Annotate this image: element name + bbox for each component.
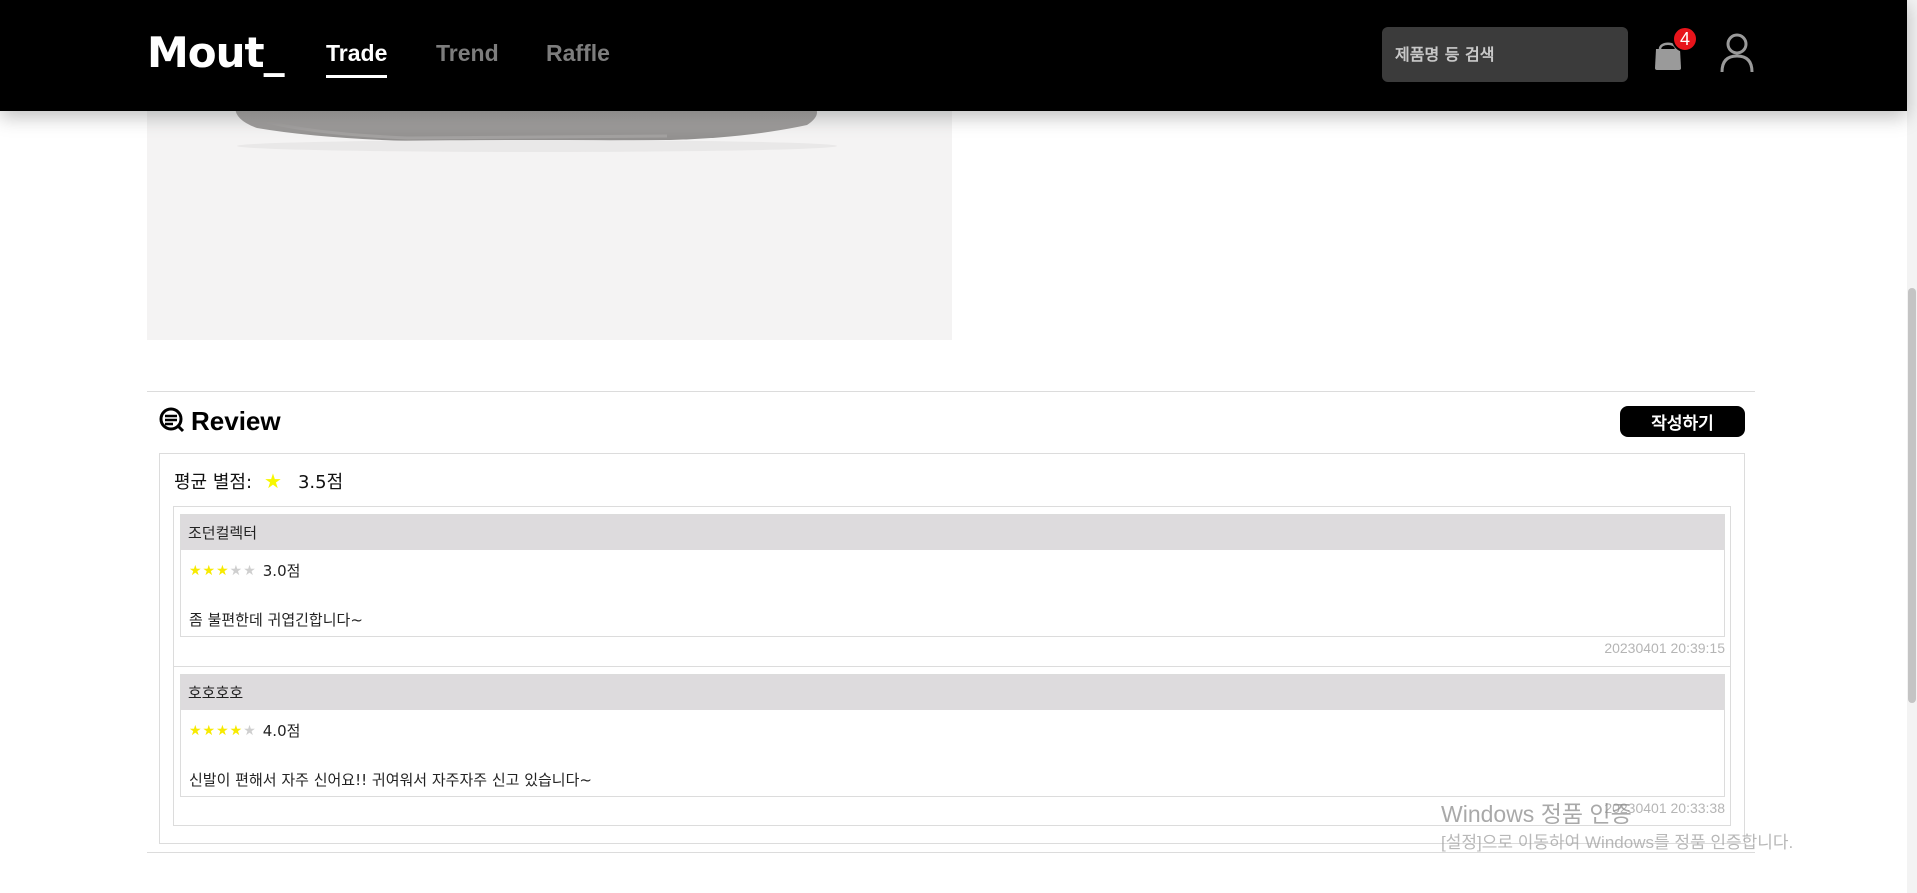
windows-activation-title: Windows 정품 인증 xyxy=(1441,801,1632,827)
star-icon: ★ xyxy=(264,469,282,493)
review-title: Review xyxy=(191,406,281,436)
search-input[interactable] xyxy=(1395,45,1615,64)
review-author: 호호호호 xyxy=(181,675,1724,710)
product-image xyxy=(147,100,952,340)
rating-stars: ★★★★★ xyxy=(189,722,257,739)
average-rating-value: 3.5점 xyxy=(297,472,344,493)
cart-count-badge: 4 xyxy=(1672,26,1698,52)
rating-stars: ★★★★★ xyxy=(189,562,257,579)
review-rating: ★★★★★ 3.0점 xyxy=(189,560,300,581)
site-logo[interactable]: Mout_ xyxy=(147,28,285,77)
nav-raffle[interactable]: Raffle xyxy=(546,40,610,67)
nav-trade[interactable]: Trade xyxy=(326,40,388,78)
review-date: 20230401 20:39:15 xyxy=(1604,640,1725,656)
review-card: 호호호호 ★★★★★ 4.0점 신발이 편해서 자주 신어요!! 귀여워서 자주… xyxy=(180,674,1725,797)
write-review-button[interactable]: 작성하기 xyxy=(1620,406,1745,437)
nav-trend[interactable]: Trend xyxy=(436,40,499,67)
scrollbar-thumb[interactable] xyxy=(1908,288,1916,703)
average-rating-label: 평균 별점: xyxy=(174,472,253,493)
rating-text: 4.0점 xyxy=(262,722,301,740)
section-divider xyxy=(147,391,1755,392)
search-box xyxy=(1382,27,1628,82)
review-heading: Review xyxy=(159,406,281,437)
review-item: 조던컬렉터 ★★★★★ 3.0점 좀 불편한데 귀엽긴합니다~ 20230401… xyxy=(180,514,1725,656)
review-rating: ★★★★★ 4.0점 xyxy=(189,720,300,741)
review-item: 호호호호 ★★★★★ 4.0점 신발이 편해서 자주 신어요!! 귀여워서 자주… xyxy=(180,674,1725,816)
review-body: 좀 불편한데 귀엽긴합니다~ xyxy=(189,611,363,629)
review-author: 조던컬렉터 xyxy=(181,515,1724,550)
page-scrollbar[interactable] xyxy=(1907,0,1917,893)
average-rating: 평균 별점: ★ 3.5점 xyxy=(174,468,343,494)
review-card: 조던컬렉터 ★★★★★ 3.0점 좀 불편한데 귀엽긴합니다~ xyxy=(180,514,1725,637)
top-navigation-bar: Mout_ Trade Trend Raffle 4 xyxy=(0,0,1907,111)
rating-text: 3.0점 xyxy=(262,562,301,580)
review-separator xyxy=(173,666,1731,667)
windows-activation-subtitle: [설정]으로 이동하여 Windows를 정품 인증합니다. xyxy=(1441,833,1794,852)
review-body: 신발이 편해서 자주 신어요!! 귀여워서 자주자주 신고 있습니다~ xyxy=(189,771,592,789)
review-icon xyxy=(159,407,185,437)
user-icon[interactable] xyxy=(1718,32,1756,74)
